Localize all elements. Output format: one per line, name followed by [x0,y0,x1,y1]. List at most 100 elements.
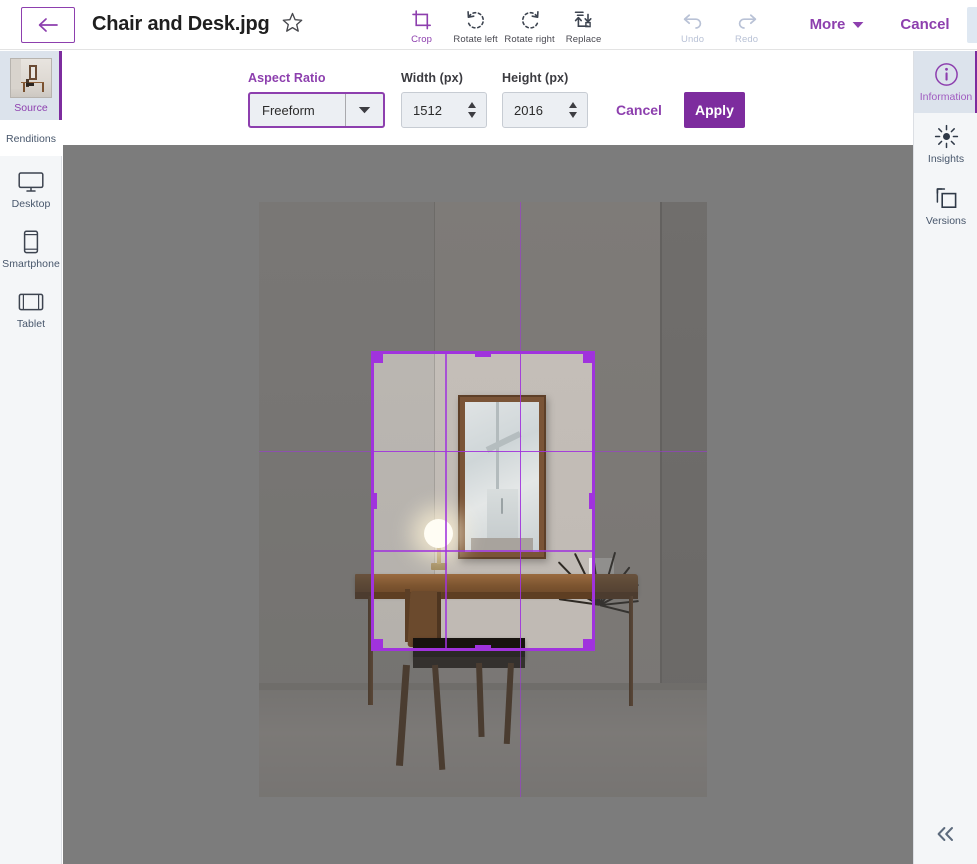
crop-guide-vertical [519,202,521,797]
rotate-left-tool-label: Rotate left [453,33,498,45]
rotate-left-tool-button[interactable]: Rotate left [449,5,503,45]
crop-cancel-button[interactable]: Cancel [616,92,662,128]
save-button[interactable]: Save [966,6,977,43]
redo-label: Redo [735,33,759,45]
history-tools-group: Undo Redo [666,5,774,45]
crop-tool-label: Crop [411,33,433,45]
favorite-button[interactable] [281,11,304,39]
save-button-group: Save [966,6,977,43]
phone-icon [22,230,40,254]
redo-button[interactable]: Redo [720,5,774,45]
copy-layers-icon [934,186,959,210]
stepper-up-icon [569,102,577,108]
sidebar-item-insights[interactable]: Insights [914,113,977,175]
more-label: More [809,16,846,33]
rotate-right-tool-label: Rotate right [504,33,555,45]
width-label: Width (px) [401,71,463,85]
edit-tools-group: Crop Rotate left Rotate right Replace [395,5,611,45]
sidebar-item-versions-label: Versions [925,215,967,227]
sidebar-item-desktop[interactable]: Desktop [0,156,62,216]
height-stepper[interactable] [563,93,587,127]
aspect-ratio-value: Freeform [262,102,315,118]
crop-handle-top-right[interactable] [583,351,595,363]
crop-apply-button[interactable]: Apply [683,92,745,128]
rotate-right-tool-button[interactable]: Rotate right [503,5,557,45]
replace-tool-label: Replace [565,33,602,45]
crop-dim-right [595,351,707,651]
crop-dim-bottom [259,651,707,797]
height-input[interactable] [503,93,563,127]
crop-handle-bottom-right[interactable] [583,639,595,651]
crop-handle-bottom-left[interactable] [371,639,383,651]
crop-options-toolbar: Aspect Ratio Freeform Width (px) Height … [63,51,913,145]
source-thumbnail [10,58,52,98]
stepper-up-icon [468,102,476,108]
height-field: Height (px) [502,71,588,128]
sun-burst-icon [934,124,959,148]
monitor-icon [18,170,44,194]
info-circle-icon [934,62,959,86]
width-input-wrapper [401,92,487,128]
width-input[interactable] [402,93,462,127]
height-input-wrapper [502,92,588,128]
sidebar-section-renditions-label: Renditions [5,133,57,145]
crop-guide-horizontal [259,450,707,452]
chevron-down-icon [852,16,864,33]
aspect-ratio-label: Aspect Ratio [248,71,326,85]
width-stepper[interactable] [462,93,486,127]
sidebar-item-insights-label: Insights [927,153,965,165]
double-chevron-left-icon [935,826,957,847]
stepper-down-icon [569,112,577,118]
stepper-down-icon [468,112,476,118]
left-sidebar: Source Renditions Desktop Smartphone Tab… [0,51,62,864]
sidebar-item-smartphone[interactable]: Smartphone [0,216,62,276]
height-label: Height (px) [502,71,569,85]
collapse-panel-button[interactable] [914,808,977,864]
sidebar-item-smartphone-label: Smartphone [2,258,60,270]
undo-button[interactable]: Undo [666,5,720,45]
crop-handle-right-middle[interactable] [589,493,595,509]
tablet-icon [18,290,44,314]
crop-gridline-vertical-1 [445,351,447,651]
star-outline-icon [281,11,304,39]
undo-label: Undo [681,33,705,45]
aspect-ratio-field: Aspect Ratio Freeform [248,71,385,128]
sidebar-item-source-label: Source [14,102,48,114]
sidebar-item-versions[interactable]: Versions [914,175,977,237]
crop-dim-top [259,202,707,351]
image-canvas[interactable] [63,145,913,864]
rotate-right-icon [519,9,541,31]
replace-tool-button[interactable]: Replace [557,5,611,45]
more-menu-button[interactable]: More [810,16,865,33]
undo-arrow-icon [682,9,704,31]
crop-handle-bottom-center[interactable] [475,645,491,651]
sidebar-item-tablet-label: Tablet [16,318,46,330]
redo-arrow-icon [736,9,758,31]
aspect-ratio-select[interactable]: Freeform [248,92,385,128]
chevron-down-icon [345,94,383,126]
right-sidebar: Information Insights Versions [913,51,977,864]
sidebar-item-source[interactable]: Source [0,51,62,120]
crop-handle-top-left[interactable] [371,351,383,363]
sidebar-item-desktop-label: Desktop [11,198,51,210]
crop-icon [411,9,432,31]
crop-handle-top-center[interactable] [475,351,491,357]
crop-tool-button[interactable]: Crop [395,5,449,45]
crop-handle-left-middle[interactable] [371,493,377,509]
sidebar-section-renditions: Renditions [0,120,62,156]
back-button[interactable] [21,6,75,43]
cancel-button[interactable]: Cancel [900,16,949,33]
asset-editor-window: Chair and Desk.jpg Crop Rotate left Rota… [0,0,977,864]
sidebar-item-information-label: Information [919,91,973,103]
crop-selection-rectangle[interactable] [371,351,595,651]
arrow-left-icon [37,17,59,33]
sidebar-item-tablet[interactable]: Tablet [0,276,62,336]
page-title: Chair and Desk.jpg [92,13,270,35]
replace-icon [573,9,595,31]
crop-gridline-horizontal-2 [371,550,595,552]
image-thumbnail [11,59,51,97]
width-field: Width (px) [401,71,487,128]
crop-dim-left [259,351,371,651]
top-toolbar: Chair and Desk.jpg Crop Rotate left Rota… [0,0,977,50]
sidebar-item-information[interactable]: Information [914,51,977,113]
